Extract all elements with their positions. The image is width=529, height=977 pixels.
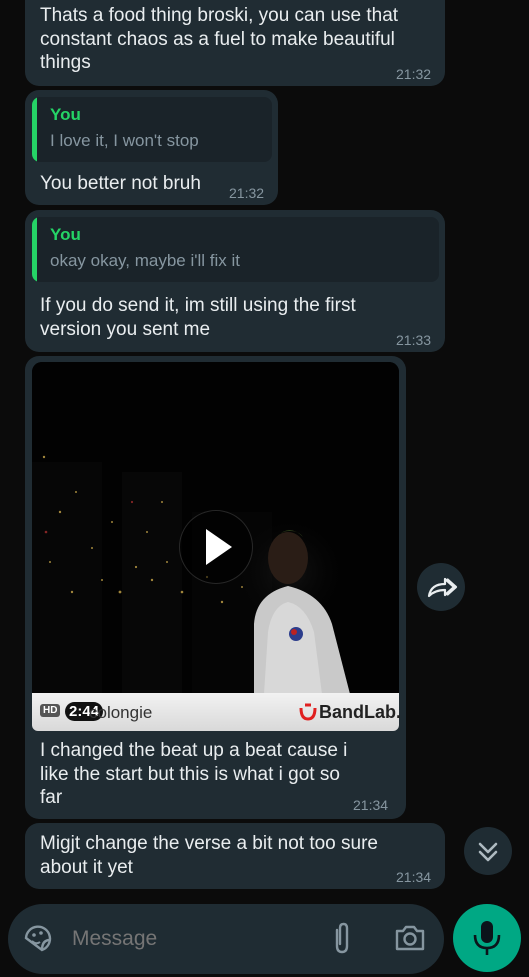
link-preview-bar[interactable]: HD 2:44 colongie BandLab. [32,693,402,731]
message-text: I changed the beat up a beat cause i lik… [40,740,348,808]
hd-badge: HD [40,704,61,717]
message-text: You better not bruh [40,173,201,194]
sticker-icon [24,925,52,952]
play-button[interactable] [179,510,253,584]
message-time: 21:34 [396,869,432,885]
quoted-author: You [50,105,81,124]
quoted-text: I love it, I won't stop [50,131,199,150]
message-text: If you do send it, im still using the fi… [40,295,356,340]
camera-icon [395,925,425,951]
forward-icon [427,577,458,598]
scroll-to-bottom-button[interactable] [464,827,512,875]
message-bubble[interactable]: You I love it, I won't stop You better n… [25,90,278,205]
quoted-reply[interactable]: You okay okay, maybe i'll fix it [32,217,439,282]
quoted-text: okay okay, maybe i'll fix it [50,251,240,270]
quoted-author: You [50,225,81,244]
message-input[interactable] [70,923,314,955]
double-chevron-down-icon [478,842,498,862]
video-title: colongie [89,703,153,722]
mic-button[interactable] [453,904,521,972]
message-bubble[interactable]: You okay okay, maybe i'll fix it If you … [25,210,445,352]
bandlab-wordmark: BandLab. [319,702,402,722]
message-time: 21:32 [396,66,432,82]
message-text: Migjt change the verse a bit not too sur… [40,833,378,878]
microphone-icon [473,921,501,955]
message-time: 21:33 [396,332,432,348]
forward-button[interactable] [417,563,465,611]
message-composer[interactable] [8,904,444,974]
sticker-button[interactable] [22,922,54,954]
message-time: 21:34 [353,797,389,813]
attach-button[interactable] [328,920,356,956]
quoted-reply[interactable]: You I love it, I won't stop [32,97,272,162]
paperclip-icon [335,922,349,954]
message-time: 21:32 [229,185,265,201]
play-icon [206,529,232,565]
message-bubble[interactable]: Thats a food thing broski, you can use t… [25,0,445,86]
message-bubble[interactable]: Migjt change the verse a bit not too sur… [25,823,445,889]
camera-button[interactable] [393,922,427,954]
bandlab-icon [299,703,317,721]
message-text: Thats a food thing broski, you can use t… [40,5,399,73]
